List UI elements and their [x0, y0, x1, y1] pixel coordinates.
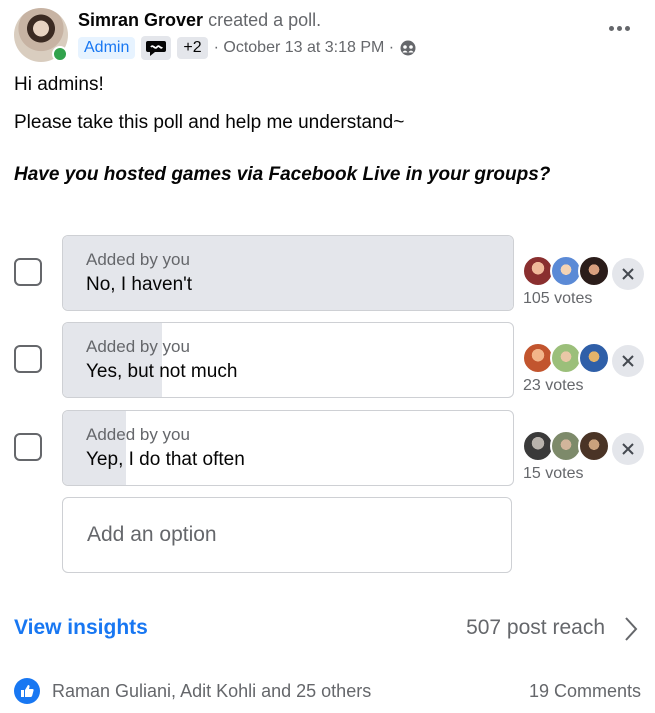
- poll-option-added-by: Added by you: [86, 425, 190, 444]
- add-option-input[interactable]: [85, 522, 489, 548]
- post-body: Hi admins! Please take this poll and hel…: [14, 72, 641, 200]
- close-icon: [622, 355, 634, 367]
- admin-badge[interactable]: Admin: [78, 37, 136, 59]
- poll-option-added-by: Added by you: [86, 250, 190, 269]
- poll-option-fill: [63, 411, 126, 485]
- post-header: Simran Grover created a poll. Admin +2 ·…: [14, 8, 641, 64]
- speech-bubble-icon: [146, 41, 167, 56]
- view-insights-link[interactable]: View insights: [14, 616, 148, 640]
- voter-avatar: [578, 430, 610, 462]
- author-name[interactable]: Simran Grover: [78, 10, 203, 30]
- add-option-field[interactable]: [62, 497, 512, 573]
- poll-option-votes[interactable]: 15 votes: [523, 465, 583, 483]
- poll-option-label: No, I haven't: [86, 274, 193, 295]
- voter-avatars[interactable]: [522, 342, 612, 374]
- like-reaction-icon[interactable]: [14, 678, 40, 704]
- remove-option-button[interactable]: [612, 258, 644, 290]
- more-options-icon[interactable]: [605, 18, 633, 38]
- group-icon: [400, 40, 416, 56]
- voter-avatar: [578, 342, 610, 374]
- body-line-1: Hi admins!: [14, 74, 104, 95]
- close-icon: [622, 268, 634, 280]
- poll-option: Added by you Yes, but not much 23 votes: [14, 322, 644, 398]
- poll-option: Added by you No, I haven't 105 votes: [14, 235, 644, 311]
- voter-avatars[interactable]: [522, 255, 612, 287]
- poll-option-fill: [63, 236, 513, 310]
- post-reach[interactable]: 507 post reach: [466, 616, 605, 640]
- close-icon: [622, 443, 634, 455]
- poll-option-label: Yes, but not much: [86, 361, 238, 382]
- poll-option-bar[interactable]: Added by you Yep, I do that often: [62, 410, 514, 486]
- reactors-text[interactable]: Raman Guliani, Adit Kohli and 25 others: [52, 681, 371, 702]
- post-action: created a poll.: [208, 10, 322, 30]
- thumbs-up-icon: [21, 685, 34, 697]
- poll-option-bar[interactable]: Added by you No, I haven't: [62, 235, 514, 311]
- poll-option-votes[interactable]: 23 votes: [523, 377, 583, 395]
- poll-option-checkbox[interactable]: [14, 433, 42, 461]
- poll-option: Added by you Yep, I do that often 15 vot…: [14, 410, 644, 486]
- poll-question: Have you hosted games via Facebook Live …: [14, 164, 551, 185]
- poll-option-checkbox[interactable]: [14, 258, 42, 286]
- comments-count[interactable]: 19 Comments: [529, 681, 641, 702]
- voter-avatar: [578, 255, 610, 287]
- body-line-2: Please take this poll and help me unders…: [14, 112, 405, 133]
- post-meta: Admin +2 · October 13 at 3:18 PM ·: [78, 36, 416, 60]
- insights-bar: View insights 507 post reach: [14, 612, 641, 648]
- reactions-bar: Raman Guliani, Adit Kohli and 25 others …: [14, 676, 641, 706]
- conversation-starter-badge-icon[interactable]: [141, 36, 172, 60]
- online-status-dot: [52, 46, 68, 62]
- poll-option-checkbox[interactable]: [14, 345, 42, 373]
- poll-option-label: Yep, I do that often: [86, 449, 245, 470]
- chevron-right-icon[interactable]: [623, 614, 639, 644]
- more-badges[interactable]: +2: [177, 37, 208, 59]
- poll-option-votes[interactable]: 105 votes: [523, 290, 592, 308]
- post-timestamp[interactable]: · October 13 at 3:18 PM ·: [214, 39, 395, 57]
- poll-option-bar[interactable]: Added by you Yes, but not much: [62, 322, 514, 398]
- poll-option-added-by: Added by you: [86, 337, 190, 356]
- remove-option-button[interactable]: [612, 433, 644, 465]
- remove-option-button[interactable]: [612, 345, 644, 377]
- voter-avatars[interactable]: [522, 430, 612, 462]
- author-line: Simran Grover created a poll.: [78, 10, 321, 31]
- poll-option-fill: [63, 323, 162, 397]
